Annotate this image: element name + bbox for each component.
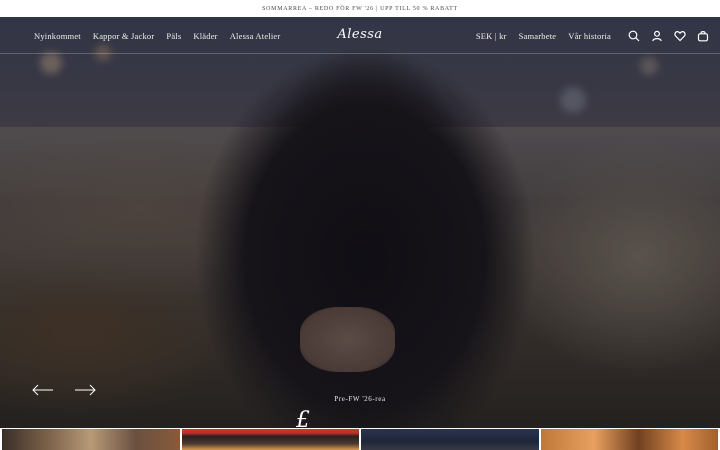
- account-icon[interactable]: [650, 29, 664, 43]
- nav-link-nyinkommet[interactable]: Nyinkommet: [34, 31, 81, 41]
- bag-icon[interactable]: [696, 29, 710, 43]
- arrow-left-icon[interactable]: [32, 383, 54, 396]
- nav-link-var-historia[interactable]: Vår historia: [568, 31, 611, 41]
- nav-link-samarbete[interactable]: Samarbete: [519, 31, 557, 41]
- nav-right: SEK | kr Samarbete Vår historia: [476, 17, 710, 54]
- currency-selector[interactable]: SEK | kr: [476, 31, 507, 41]
- thumbnail-4[interactable]: [540, 429, 718, 450]
- nav-link-klader[interactable]: Kläder: [193, 31, 217, 41]
- hero-caption[interactable]: Pre-FW '26-rea: [0, 395, 720, 403]
- main-nav: Nyinkommet Kappor & Jackor Päls Kläder A…: [0, 17, 720, 54]
- carousel-controls: [32, 383, 96, 396]
- product-thumbnails: [0, 429, 720, 450]
- thumbnail-2[interactable]: [181, 429, 359, 450]
- heart-icon[interactable]: [673, 29, 687, 43]
- announcement-text: SOMMARREA – REDO FÖR FW '26 | UPP TILL 5…: [262, 5, 458, 12]
- thumbnail-1[interactable]: [2, 429, 180, 450]
- nav-icons: [627, 29, 710, 43]
- search-icon[interactable]: [627, 29, 641, 43]
- nav-left: Nyinkommet Kappor & Jackor Päls Kläder A…: [34, 17, 280, 54]
- thumbnail-3[interactable]: [361, 429, 539, 450]
- hero-image: [0, 17, 720, 428]
- announcement-bar: SOMMARREA – REDO FÖR FW '26 | UPP TILL 5…: [0, 0, 720, 17]
- nav-link-alessa-atelier[interactable]: Alessa Atelier: [230, 31, 281, 41]
- nav-link-kappor-jackor[interactable]: Kappor & Jackor: [93, 31, 155, 41]
- brand-logo[interactable]: Alessa: [337, 27, 382, 42]
- hero-overlay: [0, 17, 720, 428]
- arrow-right-icon[interactable]: [74, 383, 96, 396]
- nav-link-pals[interactable]: Päls: [166, 31, 181, 41]
